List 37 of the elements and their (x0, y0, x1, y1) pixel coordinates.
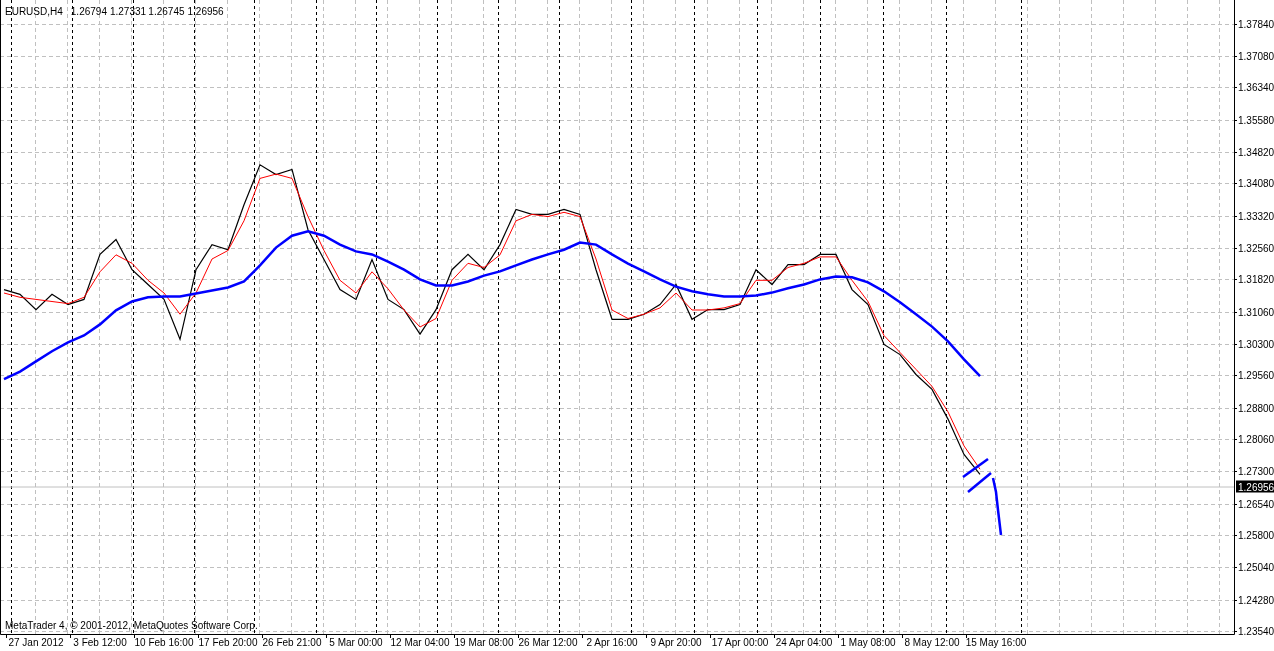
x-tick-label: 8 May 12:00 (904, 637, 960, 648)
y-tick-label: 1.25040 (1238, 562, 1274, 574)
x-tick-label: 26 Feb 21:00 (262, 637, 322, 648)
y-tick-label: 1.37840 (1238, 18, 1274, 30)
y-tick-label: 1.31820 (1238, 274, 1274, 286)
y-tick-label: 1.30300 (1238, 338, 1274, 350)
x-tick-label: 26 Mar 12:00 (518, 637, 578, 648)
x-tick-label: 19 Mar 08:00 (454, 637, 514, 648)
y-tick-label: 1.31060 (1238, 306, 1274, 318)
x-tick-label: 3 Feb 12:00 (73, 637, 127, 648)
y-tick-label: 1.23540 (1238, 626, 1274, 638)
x-tick-label: 27 Jan 2012 (8, 637, 64, 648)
y-tick-label: 1.28060 (1238, 434, 1274, 446)
y-tick-label: 1.34080 (1238, 178, 1274, 190)
x-tick-label: 12 Mar 04:00 (390, 637, 450, 648)
y-tick-label: 1.37080 (1238, 51, 1274, 63)
y-tick-label: 1.27300 (1238, 466, 1274, 478)
y-tick-label: 1.29560 (1238, 370, 1274, 382)
y-tick-label: 1.33320 (1238, 210, 1274, 222)
x-tick-label: 5 Mar 00:00 (329, 637, 383, 648)
y-tick-label: 1.26540 (1238, 498, 1274, 510)
x-tick-label: 1 May 08:00 (840, 637, 896, 648)
x-tick-label: 17 Apr 00:00 (711, 637, 769, 648)
y-tick-label: 1.28800 (1238, 402, 1274, 414)
x-tick-label: 10 Feb 16:00 (134, 637, 194, 648)
current-price-tag: 1.26956 (1236, 480, 1274, 492)
x-tick-label: 9 Apr 20:00 (650, 637, 702, 648)
x-tick-label: 15 May 16:00 (965, 637, 1027, 648)
y-tick-label: 1.34820 (1238, 147, 1274, 158)
x-tick-label: 2 Apr 16:00 (586, 637, 638, 648)
y-tick-label: 1.35580 (1238, 114, 1274, 126)
y-tick-label: 1.24280 (1238, 594, 1274, 606)
x-tick-label: 17 Feb 20:00 (198, 637, 258, 648)
y-tick-label: 1.25800 (1238, 530, 1274, 542)
y-tick-label: 1.36340 (1238, 82, 1274, 94)
y-tick-label: 1.32560 (1238, 243, 1274, 254)
x-tick-label: 24 Apr 04:00 (775, 637, 833, 648)
